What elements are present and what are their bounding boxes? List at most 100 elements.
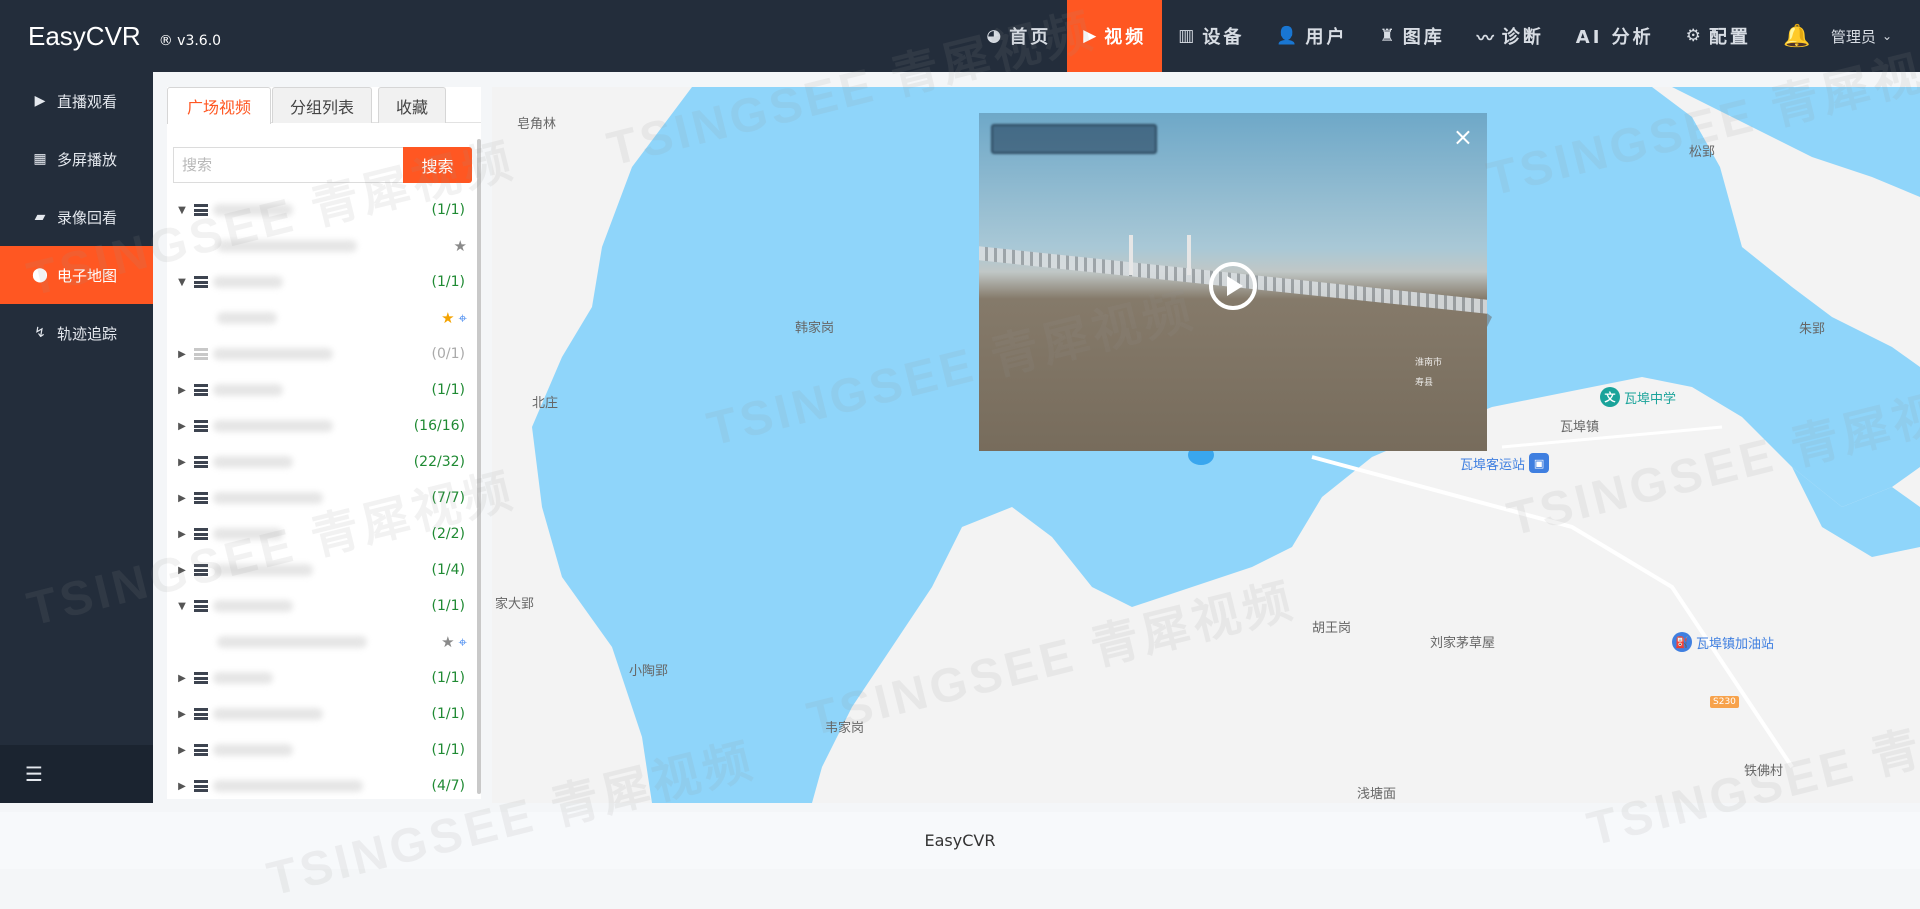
map-pin-icon[interactable]: ⌖ — [459, 633, 467, 651]
caret-right-icon[interactable]: ▶ — [177, 745, 187, 756]
caret-right-icon[interactable]: ▶ — [177, 457, 187, 468]
tree-group-row[interactable]: ▼ (1/1) — [167, 192, 475, 228]
online-count: (16/16) — [413, 418, 465, 434]
caret-right-icon[interactable]: ▶ — [177, 349, 187, 360]
sidebar-item-0[interactable]: ▶ 直播观看 — [0, 72, 153, 130]
device-icon: ▥ — [1178, 26, 1195, 46]
redacted-name — [213, 492, 323, 504]
tree-scrollbar[interactable] — [477, 139, 481, 794]
tree-group-row[interactable]: ▶ (16/16) — [167, 408, 475, 444]
nav-item-3[interactable]: 👤 用户 — [1260, 0, 1363, 72]
search-input[interactable] — [173, 147, 404, 183]
brand: EasyCVR ® v3.6.0 — [28, 21, 221, 52]
favorite-star-icon[interactable]: ★ — [454, 237, 467, 255]
nav-label: 视频 — [1104, 27, 1147, 48]
caret-right-icon[interactable]: ▶ — [177, 673, 187, 684]
sidebar-item-label: 电子地图 — [57, 266, 118, 285]
tree-leaf-row[interactable]: ★ — [167, 228, 475, 264]
leaf-actions: ★ ⌖ — [441, 633, 467, 651]
folder-icon — [194, 348, 208, 360]
tree-group-row[interactable]: ▶ (4/7) — [167, 768, 475, 804]
redacted-name — [217, 240, 357, 252]
nav-item-2[interactable]: ▥ 设备 — [1162, 0, 1260, 72]
collapse-menu-icon[interactable]: ☰ — [0, 745, 153, 803]
sidebar-item-4[interactable]: ↯ 轨迹追踪 — [0, 304, 153, 362]
nav-item-7[interactable]: ⚙ 配置 — [1670, 0, 1767, 72]
tree-group-row[interactable]: ▶ (0/1) — [167, 336, 475, 372]
play-button[interactable] — [1209, 262, 1257, 310]
poi-gas-station[interactable]: ⛽ 瓦埠镇加油站 — [1672, 632, 1774, 652]
footer: EasyCVR — [0, 812, 1920, 869]
close-icon[interactable]: × — [1453, 125, 1473, 149]
caret-right-icon[interactable]: ▶ — [177, 385, 187, 396]
folder-icon — [194, 672, 208, 684]
bell-icon[interactable]: 🔔 — [1767, 0, 1827, 72]
folder-icon — [194, 276, 208, 288]
tab-favorites[interactable]: 收藏 — [378, 87, 446, 123]
tree-leaf-row[interactable]: ★ ⌖ — [167, 624, 475, 660]
tree-group-row[interactable]: ▼ (1/1) — [167, 588, 475, 624]
favorite-star-icon[interactable]: ★ — [441, 309, 454, 327]
nav-label: 图库 — [1402, 27, 1445, 48]
road-tag: S230 — [1710, 696, 1739, 708]
tab-group-list[interactable]: 分组列表 — [272, 87, 372, 123]
caret-down-icon[interactable]: ▼ — [177, 205, 187, 216]
bus-station-icon: ▣ — [1529, 453, 1550, 473]
tree-group-row[interactable]: ▶ (22/32) — [167, 444, 475, 480]
map-pin-icon[interactable]: ⌖ — [459, 309, 467, 327]
tree-group-row[interactable]: ▶ (1/1) — [167, 696, 475, 732]
caret-down-icon[interactable]: ▼ — [177, 277, 187, 288]
tree-group-row[interactable]: ▶ (1/4) — [167, 552, 475, 588]
nav-item-6[interactable]: AI 分析 — [1560, 0, 1670, 72]
caret-right-icon[interactable]: ▶ — [177, 709, 187, 720]
map-label: 瓦埠镇 — [1560, 420, 1600, 435]
tree-group-row[interactable]: ▼ (1/1) — [167, 264, 475, 300]
nav-item-5[interactable]: 〰诊断 — [1461, 0, 1560, 72]
nav-item-1[interactable]: ▶ 视频 — [1067, 0, 1163, 72]
user-icon: 👤 — [1276, 26, 1298, 46]
online-count: (7/7) — [431, 490, 465, 506]
caret-right-icon[interactable]: ▶ — [177, 781, 187, 792]
tab-square-video[interactable]: 广场视频 — [167, 87, 271, 124]
online-count: (1/1) — [431, 742, 465, 758]
tree-group-row[interactable]: ▶ (1/1) — [167, 660, 475, 696]
sidebar-item-2[interactable]: ▰ 录像回看 — [0, 188, 153, 246]
online-count: (0/1) — [431, 346, 465, 362]
poi-bus-station[interactable]: ▣ 瓦埠客运站 — [1460, 453, 1550, 473]
poi-label: 瓦埠中学 — [1624, 391, 1677, 407]
poi-label: 瓦埠镇加油站 — [1696, 636, 1775, 652]
track-icon: ↯ — [34, 325, 46, 341]
tree-group-row[interactable]: ▶ (1/1) — [167, 732, 475, 768]
search-button[interactable]: 搜索 — [403, 147, 472, 183]
tree-group-row[interactable]: ▶ (7/7) — [167, 480, 475, 516]
caret-right-icon[interactable]: ▶ — [177, 421, 187, 432]
tree-group-row[interactable]: ▶ (1/1) — [167, 372, 475, 408]
caret-right-icon[interactable]: ▶ — [177, 565, 187, 576]
map-label: 朱郢 — [1799, 322, 1826, 337]
nav-item-0[interactable]: ◕ 首页 — [970, 0, 1067, 72]
redacted-name — [213, 708, 323, 720]
nav-item-4[interactable]: ♜ 图库 — [1364, 0, 1461, 72]
nav-label: 用户 — [1305, 27, 1348, 48]
redacted-name — [213, 420, 333, 432]
redacted-name — [213, 348, 333, 360]
school-icon: 文 — [1600, 387, 1620, 407]
user-menu[interactable]: 管理员 ⌄ — [1827, 0, 1920, 72]
tree-group-row[interactable]: ▶ (2/2) — [167, 516, 475, 552]
gallery-icon: ♜ — [1379, 26, 1395, 46]
video-osd-text: 寿县 — [1415, 378, 1434, 388]
device-panel: 广场视频 分组列表 收藏 搜索 ▼(1/1)★▼(1/1)★⌖▶(0/1)▶(1… — [167, 87, 481, 799]
caret-right-icon[interactable]: ▶ — [177, 529, 187, 540]
caret-right-icon[interactable]: ▶ — [177, 493, 187, 504]
map-label: 韩家岗 — [795, 321, 835, 336]
nav-label: 设备 — [1202, 27, 1245, 48]
sidebar-item-3[interactable]: ⬤ 电子地图 — [0, 246, 153, 304]
caret-down-icon[interactable]: ▼ — [177, 601, 187, 612]
nav-label: 配置 — [1708, 27, 1751, 48]
sidebar-item-1[interactable]: ▦ 多屏播放 — [0, 130, 153, 188]
tree-leaf-row[interactable]: ★ ⌖ — [167, 300, 475, 336]
sidebar-item-label: 多屏播放 — [57, 150, 118, 169]
poi-school[interactable]: 文 瓦埠中学 — [1600, 387, 1676, 407]
redacted-name — [213, 600, 293, 612]
favorite-star-icon[interactable]: ★ — [441, 633, 454, 651]
